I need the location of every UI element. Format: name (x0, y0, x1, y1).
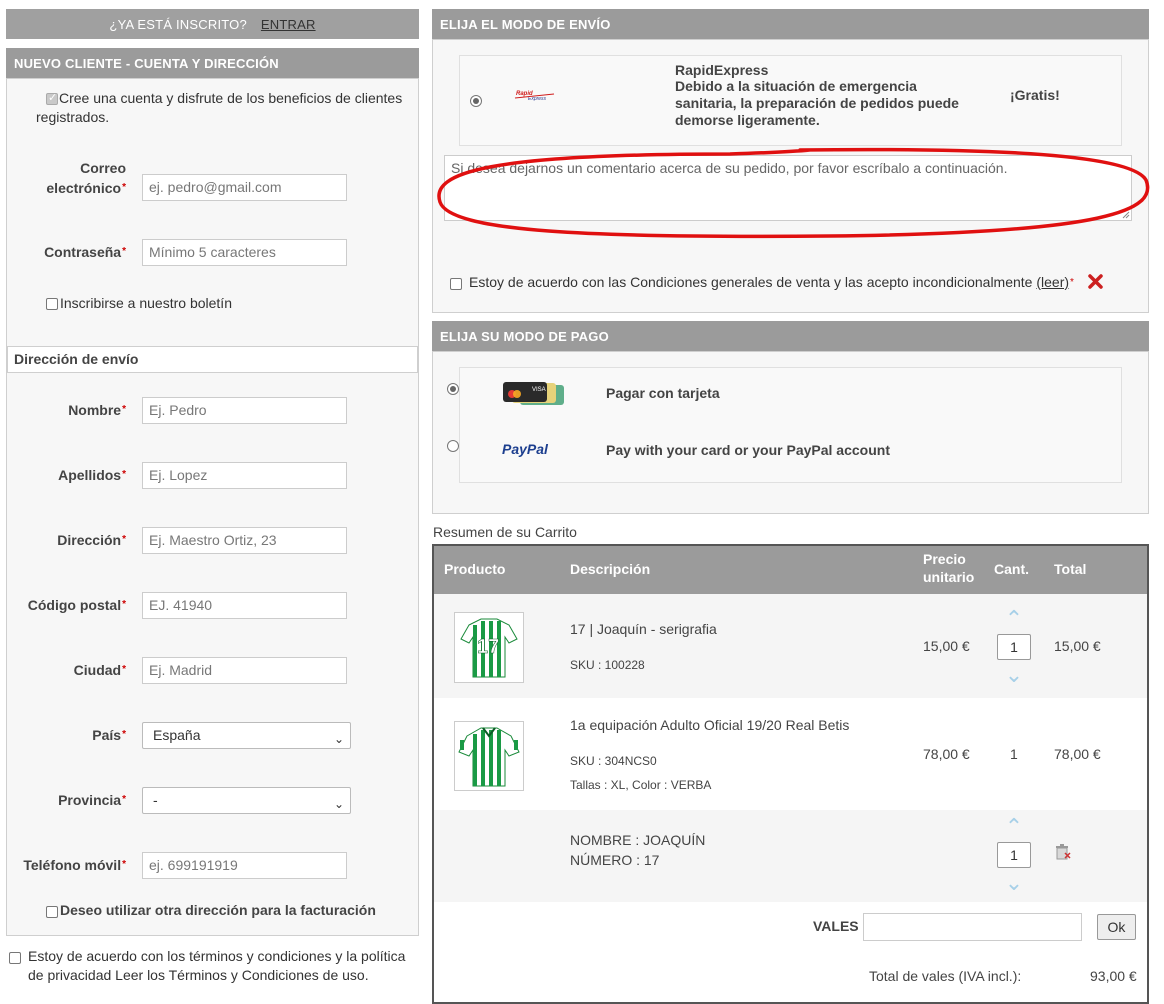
cart-header-row (434, 546, 1147, 594)
col-description: Descripción (570, 561, 651, 577)
qty-up-icon[interactable]: ⌃ (999, 816, 1029, 838)
col-product: Producto (444, 561, 506, 577)
qty-down-icon[interactable]: ⌄ (999, 664, 1029, 686)
province-select[interactable]: - ⌄ (142, 787, 351, 814)
surname-label: Apellidos* (58, 467, 126, 483)
chevron-down-icon: ⌄ (333, 732, 344, 746)
product-thumbnail[interactable] (454, 721, 524, 791)
address-label: Dirección* (57, 532, 126, 548)
terms-read-link[interactable]: (leer) (1036, 274, 1069, 290)
billing-other-checkbox[interactable] (46, 906, 58, 918)
create-account-text: Cree una cuenta y disfrute de los benefi… (36, 90, 403, 125)
carrier-price: ¡Gratis! (1010, 87, 1060, 103)
billing-other-text: Deseo utilizar otra dirección para la fa… (60, 902, 376, 918)
shipping-header: ELIJA EL MODO DE ENVÍO (432, 9, 1149, 39)
cart-row-bg-1 (434, 594, 1147, 698)
chevron-down-icon: ⌄ (333, 797, 344, 811)
credit-cards-icon: VISA (502, 381, 566, 410)
item-2-attrs: Tallas : XL, Color : VERBA (570, 778, 712, 792)
password-label: Contraseña* (44, 244, 126, 260)
item-1-sku: SKU : 100228 (570, 658, 645, 672)
item-2-qty: 1 (1010, 746, 1018, 762)
annotation-red-ellipse (437, 147, 1150, 239)
custom-qty[interactable]: 1 (997, 842, 1031, 868)
carrier-radio[interactable] (470, 95, 482, 107)
zip-label: Código postal* (27, 597, 126, 613)
city-field[interactable]: Ej. Madrid (142, 657, 347, 684)
terms-left-checkbox[interactable] (9, 952, 21, 964)
col-total: Total (1054, 561, 1087, 577)
rapidexpress-logo: Rapid Express (514, 88, 556, 102)
qty-down-icon[interactable]: ⌄ (999, 872, 1029, 894)
card-radio[interactable] (447, 383, 459, 395)
surname-field[interactable]: Ej. Lopez (142, 462, 347, 489)
trash-icon[interactable] (1054, 843, 1072, 861)
email-label: Correo electrónico* (46, 160, 126, 196)
city-label: Ciudad* (73, 662, 126, 678)
login-link[interactable]: ENTRAR (261, 17, 316, 32)
paypal-label: Pay with your card or your PayPal accoun… (606, 442, 890, 458)
phone-label: Teléfono móvil* (23, 857, 126, 873)
terms-shipping-checkbox[interactable] (450, 278, 462, 290)
custom-number: NÚMERO : 17 (570, 852, 660, 868)
item-1-qty[interactable]: 1 (997, 634, 1031, 660)
paypal-radio[interactable] (447, 440, 459, 452)
cart-row-bg-3 (434, 810, 1147, 902)
phone-field[interactable]: ej. 699191919 (142, 852, 347, 879)
country-select[interactable]: España ⌄ (142, 722, 351, 749)
col-price: Precio unitario (923, 551, 975, 585)
terms-left-text: Estoy de acuerdo con los términos y cond… (28, 948, 406, 983)
address-field[interactable]: Ej. Maestro Ortiz, 23 (142, 527, 347, 554)
col-qty: Cant. (994, 561, 1029, 577)
province-label: Provincia* (58, 792, 126, 808)
vales-total-label: Total de vales (IVA incl.): (869, 968, 1022, 984)
qty-up-icon[interactable]: ⌃ (999, 608, 1029, 630)
newsletter-checkbox[interactable] (46, 298, 58, 310)
shipping-address-header: Dirección de envío (7, 346, 418, 373)
item-2-price: 78,00 € (923, 746, 970, 762)
svg-text:Express: Express (528, 96, 547, 102)
name-label: Nombre* (68, 402, 126, 418)
new-client-header: NUEVO CLIENTE - CUENTA Y DIRECCIÓN (6, 48, 419, 78)
paypal-logo: PayPal (502, 441, 548, 457)
cart-caption: Resumen de su Carrito (433, 524, 577, 540)
vales-label: VALES (813, 918, 859, 934)
country-label: País* (92, 727, 126, 743)
terms-shipping-text: Estoy de acuerdo con las Condiciones gen… (469, 274, 1074, 290)
item-2-total: 78,00 € (1054, 746, 1101, 762)
card-label: Pagar con tarjeta (606, 385, 720, 401)
name-field[interactable]: Ej. Pedro (142, 397, 347, 424)
vales-input[interactable] (863, 913, 1082, 941)
item-1-total: 15,00 € (1054, 638, 1101, 654)
svg-text:VISA: VISA (532, 387, 546, 393)
newsletter-text: Inscribirse a nuestro boletín (60, 295, 232, 311)
item-2-name: 1a equipación Adulto Oficial 19/20 Real … (570, 717, 850, 733)
carrier-description: Debido a la situación de emergencia sani… (675, 78, 959, 128)
custom-name: NOMBRE : JOAQUÍN (570, 832, 706, 848)
zip-field[interactable]: EJ. 41940 (142, 592, 347, 619)
svg-text:17: 17 (477, 636, 499, 658)
item-1-price: 15,00 € (923, 638, 970, 654)
payment-header: ELIJA SU MODO DE PAGO (432, 321, 1149, 351)
product-thumbnail[interactable]: 17 (454, 612, 524, 683)
password-field[interactable]: Mínimo 5 caracteres (142, 239, 347, 266)
item-2-sku: SKU : 304NCS0 (570, 754, 657, 768)
vales-total-value: 93,00 € (1090, 968, 1137, 984)
email-field[interactable]: ej. pedro@gmail.com (142, 174, 347, 201)
item-1-name: 17 | Joaquín - serigrafia (570, 621, 717, 637)
vales-ok-button[interactable]: Ok (1097, 914, 1136, 940)
login-question: ¿YA ESTÁ INSCRITO? (109, 16, 247, 32)
login-bar: ¿YA ESTÁ INSCRITO? ENTRAR (6, 9, 419, 39)
invalid-x-icon (1088, 274, 1103, 289)
